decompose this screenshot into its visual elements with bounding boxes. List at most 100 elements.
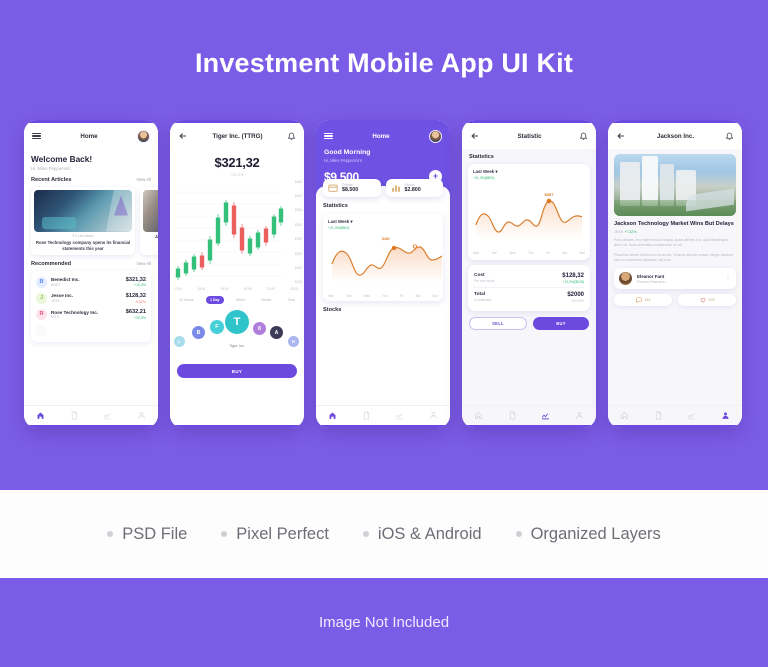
bottom-tabbar[interactable] (24, 405, 158, 425)
period-selector[interactable]: Last Week ▾ (473, 169, 585, 175)
bell-icon[interactable] (725, 131, 734, 141)
bubble-t[interactable]: T (225, 310, 249, 335)
home-indicator (608, 425, 742, 428)
author-role: Finance Research (637, 279, 666, 284)
list-item[interactable]: B Benedict Inc. BNDT $321,32 +12,3% (35, 274, 147, 290)
chart-icon[interactable] (395, 411, 404, 420)
row-value-sub: $10,500 (571, 299, 584, 303)
doc-icon[interactable] (508, 411, 517, 420)
bottom-tabbar[interactable] (608, 405, 742, 425)
social-actions: 315 578 (614, 294, 736, 307)
home-icon[interactable] (620, 411, 629, 420)
app-header-statistic: Statistic (462, 123, 596, 149)
range-option-1-day[interactable]: 1 Day (205, 295, 224, 305)
home-icon[interactable] (474, 411, 483, 420)
x-tick: Wed (509, 251, 516, 255)
recommended-view-all-link[interactable]: View All (136, 261, 151, 266)
person-icon[interactable] (137, 411, 146, 420)
dashboard-sheet: Dollars $8.500 Stocks $2.800 Statistics … (316, 178, 450, 405)
peak-label: $987 (545, 192, 555, 197)
back-arrow-icon[interactable] (470, 131, 480, 141)
bottom-tabbar[interactable] (316, 405, 450, 425)
period-label: Last Week (328, 219, 350, 225)
avatar[interactable] (429, 129, 442, 143)
x-tick: 18:00 (197, 286, 206, 291)
line-chart-svg: $987 (475, 192, 583, 239)
person-icon[interactable] (429, 411, 438, 420)
y-tick: $200 (294, 251, 302, 256)
person-icon[interactable] (575, 411, 584, 420)
person-icon[interactable] (721, 411, 730, 420)
buy-button[interactable]: BUY (177, 364, 297, 379)
list-item[interactable]: J Jesse Inc. JESS $128,32 -9,02% (35, 290, 147, 306)
recommended-list: B Benedict Inc. BNDT $321,32 +12,3% J Je… (31, 270, 151, 342)
detail-body: $321,32 +21,3% $450 $400 $350 $300 $250 … (170, 149, 304, 425)
bubble-f[interactable]: F (210, 320, 224, 335)
welcome-subtitle: Hi, Miles Peppermint (31, 165, 71, 171)
range-option-year[interactable]: Year (284, 296, 299, 305)
more-options-icon[interactable]: ⋮ (725, 275, 731, 281)
stock-badge-icon: B (36, 276, 47, 288)
list-item[interactable]: R Rose Technology Inc. ROTI $632,21 +32,… (35, 306, 147, 322)
article-card[interactable]: FX Live News Rose Technology company ope… (31, 186, 135, 255)
row-value: $128,32 (562, 273, 584, 279)
doc-icon[interactable] (654, 411, 663, 420)
period-selector[interactable]: Last Week ▾ (328, 219, 438, 225)
doc-icon[interactable] (70, 411, 79, 420)
home-icon[interactable] (328, 411, 337, 420)
avatar[interactable] (137, 129, 150, 143)
menu-icon[interactable] (324, 132, 333, 140)
news-paragraph: Proin ultricies, eros eget rhoncus feugi… (614, 238, 729, 248)
x-tick: Sun (579, 251, 585, 255)
article-text: Rose Technology company opens its financ… (35, 239, 131, 251)
article-source: FX Live News (72, 234, 94, 238)
doc-icon[interactable] (362, 411, 371, 420)
sell-button[interactable]: SELL (469, 317, 527, 330)
news-image (614, 154, 736, 216)
range-option-week[interactable]: Week (232, 296, 249, 305)
phone-mockup-news: Jackson Inc. Jackson Technology Market W… (608, 120, 742, 428)
back-arrow-icon[interactable] (616, 131, 626, 141)
list-item[interactable] (35, 323, 147, 339)
comments-button[interactable]: 315 (614, 294, 672, 307)
home-indicator (462, 425, 596, 428)
likes-button[interactable]: 578 (678, 294, 736, 307)
x-tick: Wed (363, 294, 371, 299)
range-option-month[interactable]: Month (257, 296, 275, 305)
bottom-tabbar[interactable] (462, 405, 596, 425)
home-body: Welcome Back! Hi, Miles Peppermint Recen… (24, 149, 158, 405)
phone-mockup-row: Home Welcome Back! Hi, Miles Peppermint … (0, 120, 768, 430)
bubble-a[interactable]: A (270, 326, 283, 340)
wallet-card-dollars[interactable]: Dollars $8.500 (323, 178, 381, 198)
range-option-12-hours[interactable]: 12 Hours (175, 296, 198, 305)
menu-icon[interactable] (32, 132, 41, 140)
x-tick: 22:00 (290, 286, 298, 291)
stock-ticker: BNDT (51, 282, 61, 287)
wallet-card-stocks[interactable]: Stocks $2.800 (385, 178, 443, 198)
home-icon[interactable] (36, 411, 45, 420)
stock-ticker: ROTI (51, 315, 60, 320)
y-tick: $150 (294, 266, 302, 271)
y-tick: $400 (294, 193, 302, 198)
bubble-8[interactable]: 8 (253, 322, 266, 336)
range-selector[interactable]: 12 Hours 1 Day Week Month Year (170, 295, 304, 305)
hero-section: Investment Mobile App UI Kit Home Welcom… (0, 0, 768, 490)
chart-icon[interactable] (103, 411, 112, 420)
author-card[interactable]: Eleanor Fant Finance Research ⋮ (614, 268, 736, 290)
comment-icon (635, 297, 642, 304)
bell-icon[interactable] (287, 131, 296, 141)
page-title: Investment Mobile App UI Kit (194, 48, 574, 78)
stock-change: +32,3% (134, 315, 146, 320)
back-arrow-icon[interactable] (178, 131, 188, 141)
bubble-b[interactable]: B (192, 326, 205, 340)
feature-label: Organized Layers (530, 524, 661, 543)
bell-icon[interactable] (579, 131, 588, 141)
candlestick-svg (174, 191, 284, 280)
article-card[interactable]: Jackso (140, 186, 158, 255)
chart-icon[interactable] (541, 411, 550, 420)
stock-badge-icon: R (36, 308, 47, 320)
chart-icon[interactable] (687, 411, 696, 420)
footer-note: Image Not Included (318, 614, 450, 631)
recent-view-all-link[interactable]: View All (136, 177, 151, 182)
buy-button[interactable]: BUY (533, 317, 589, 330)
